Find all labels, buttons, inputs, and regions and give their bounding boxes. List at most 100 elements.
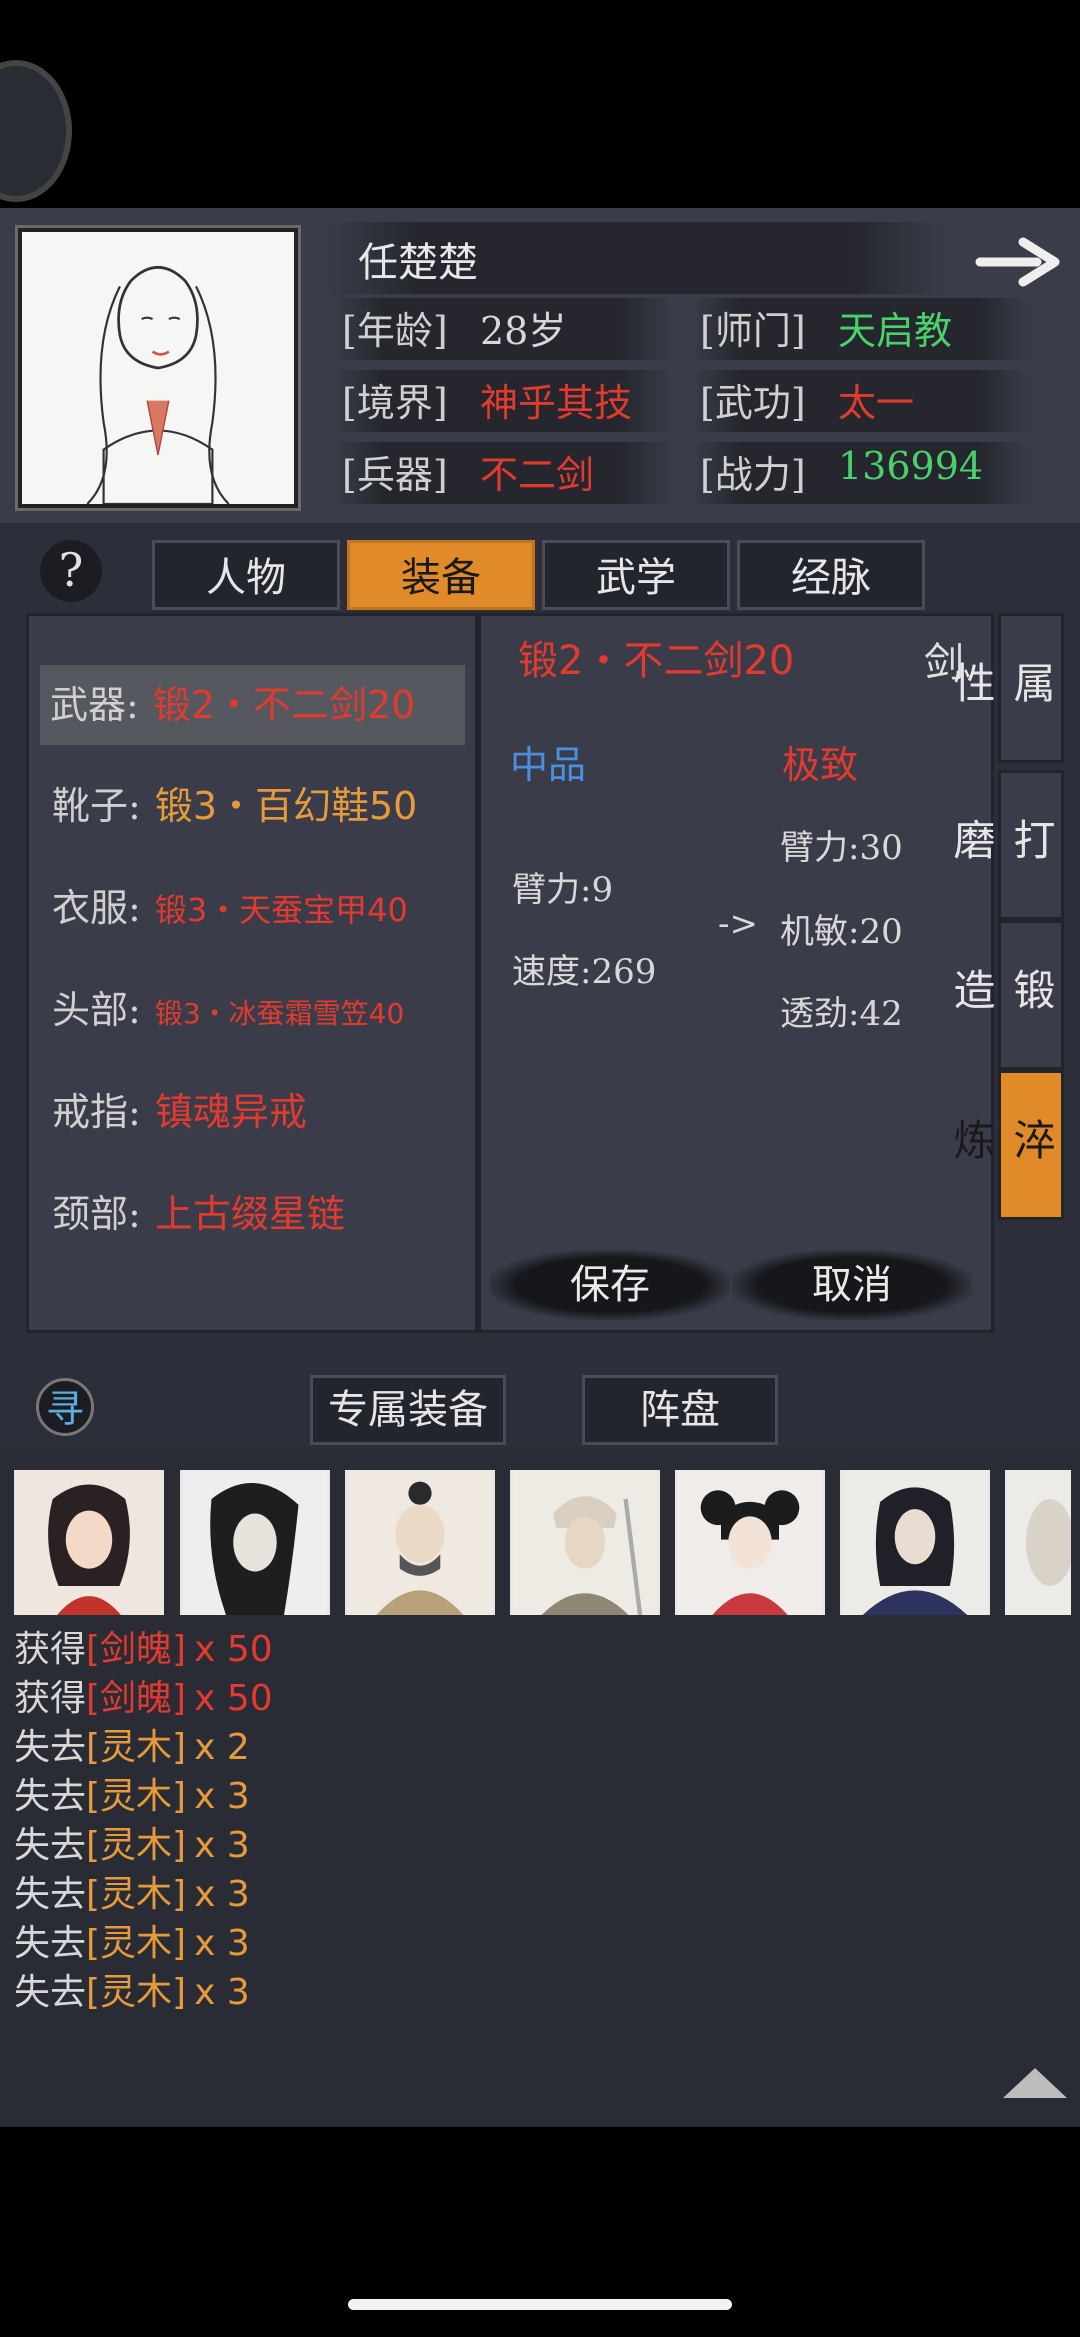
- hero-portrait-icon: [347, 1470, 493, 1615]
- tab-1[interactable]: 装备: [347, 540, 535, 610]
- home-indicator[interactable]: [348, 2299, 732, 2310]
- info-label: [武功]: [700, 381, 806, 425]
- tab-2[interactable]: 武学: [542, 540, 730, 610]
- info-label: [战力]: [700, 453, 806, 497]
- tab-3[interactable]: 经脉: [737, 540, 925, 610]
- log-entry: 失去[灵木] x 2: [14, 1718, 250, 1770]
- log-entry: 失去[灵木] x 3: [14, 1865, 250, 1917]
- slot-label: 颈部:: [52, 1192, 141, 1236]
- log-entry: 失去[灵木] x 3: [14, 1963, 250, 2015]
- log-item: [灵木]: [86, 1727, 187, 1768]
- hero-portrait-icon: [16, 1470, 162, 1615]
- log-verb: 失去: [14, 1825, 87, 1866]
- info-value: 太一: [838, 381, 915, 425]
- log-count: x 3: [194, 1776, 250, 1817]
- cancel-button[interactable]: 取消: [732, 1250, 972, 1320]
- equipment-slot[interactable]: 靴子: 锻3・百幻鞋50: [42, 766, 462, 846]
- log-item: [灵木]: [86, 1874, 187, 1915]
- hero-portrait-icon: [182, 1470, 328, 1615]
- side-tab-3[interactable]: 淬炼: [947, 1070, 1064, 1220]
- log-item: [灵木]: [86, 1776, 187, 1817]
- log-count: x 3: [194, 1923, 250, 1964]
- log-verb: 失去: [14, 1727, 87, 1768]
- right-stat: 臂力:30: [780, 828, 903, 868]
- hero-avatar[interactable]: [14, 1470, 164, 1615]
- slot-label: 靴子:: [52, 784, 141, 828]
- log-verb: 失去: [14, 1972, 87, 2013]
- save-button[interactable]: 保存: [490, 1250, 730, 1320]
- portrait-sketch-icon: [22, 232, 294, 506]
- scroll-to-top-icon[interactable]: [1003, 2068, 1067, 2098]
- log-entry: 失去[灵木] x 3: [14, 1816, 250, 1868]
- log-verb: 失去: [14, 1923, 87, 1964]
- log-count: x 3: [194, 1825, 250, 1866]
- exclusive-equipment-tab[interactable]: 专属装备: [310, 1375, 506, 1445]
- log-entry: 获得[剑魄] x 50: [14, 1620, 273, 1672]
- slot-item: 镇魂异戒: [154, 1090, 307, 1134]
- info-value: 神乎其技: [480, 381, 633, 425]
- slot-item: 锻3・冰蚕霜雪笠40: [154, 997, 405, 1030]
- bottom-tabs-row: [0, 1335, 1080, 1450]
- log-entry: 获得[剑魄] x 50: [14, 1669, 273, 1721]
- slot-item: 上古缀星链: [154, 1192, 345, 1236]
- info-label: [境界]: [342, 381, 448, 425]
- hero-avatar[interactable]: [345, 1470, 495, 1615]
- side-tab-1[interactable]: 打磨: [947, 770, 1064, 920]
- info-value: 天启教: [838, 309, 953, 353]
- log-item: [灵木]: [86, 1923, 187, 1964]
- slot-item: 锻3・百幻鞋50: [154, 784, 418, 828]
- log-verb: 失去: [14, 1874, 87, 1915]
- formation-tab[interactable]: 阵盘: [582, 1375, 778, 1445]
- log-entry: 失去[灵木] x 3: [14, 1914, 250, 1966]
- left-stat: 速度:269: [512, 952, 657, 992]
- hero-avatar[interactable]: [1005, 1470, 1071, 1615]
- detail-item-name: 锻2・不二剑20: [518, 638, 795, 684]
- hero-avatar[interactable]: [180, 1470, 330, 1615]
- log-count: x 3: [194, 1972, 250, 2013]
- slot-label: 戒指:: [52, 1090, 141, 1134]
- right-stat: 机敏:20: [780, 912, 903, 952]
- log-count: x 50: [194, 1678, 273, 1719]
- right-stat: 透劲:42: [780, 994, 903, 1034]
- tab-0[interactable]: 人物: [152, 540, 340, 610]
- equipment-slot[interactable]: 头部: 锻3・冰蚕霜雪笠40: [42, 970, 462, 1050]
- info-value: 28岁: [480, 309, 567, 353]
- right-grade: 极致: [782, 743, 859, 787]
- search-icon[interactable]: 寻: [36, 1378, 94, 1436]
- info-value: 136994: [838, 444, 984, 488]
- slot-label: 头部:: [52, 988, 141, 1032]
- log-item: [剑魄]: [86, 1629, 187, 1670]
- hero-portrait-icon: [677, 1470, 823, 1615]
- log-count: x 3: [194, 1874, 250, 1915]
- next-arrow-icon[interactable]: [975, 232, 1065, 292]
- compare-arrow: ->: [718, 904, 758, 944]
- log-item: [剑魄]: [86, 1678, 187, 1719]
- slot-label: 武器:: [50, 683, 139, 727]
- slot-item: 锻3・天蚕宝甲40: [154, 891, 408, 929]
- hero-avatar[interactable]: [840, 1470, 990, 1615]
- equipment-slot[interactable]: 颈部: 上古缀星链: [42, 1174, 462, 1254]
- log-count: x 2: [194, 1727, 250, 1768]
- info-label: [兵器]: [342, 453, 448, 497]
- character-name: 任楚楚: [358, 240, 478, 286]
- hero-portrait-icon: [512, 1470, 658, 1615]
- hero-avatar[interactable]: [675, 1470, 825, 1615]
- info-value: 不二剑: [480, 453, 595, 497]
- log-verb: 失去: [14, 1776, 87, 1817]
- corner-badge[interactable]: [0, 60, 72, 202]
- log-item: [灵木]: [86, 1825, 187, 1866]
- hero-portrait-icon: [1005, 1470, 1071, 1615]
- equipment-slot[interactable]: 衣服: 锻3・天蚕宝甲40: [42, 868, 462, 948]
- slot-item: 锻2・不二剑20: [152, 683, 416, 727]
- equipment-slot[interactable]: 戒指: 镇魂异戒: [42, 1072, 462, 1152]
- log-entry: 失去[灵木] x 3: [14, 1767, 250, 1819]
- log-verb: 获得: [14, 1629, 87, 1670]
- info-label: [年龄]: [342, 309, 448, 353]
- side-tab-2[interactable]: 锻造: [947, 920, 1064, 1070]
- side-tab-0[interactable]: 属性: [947, 613, 1064, 763]
- log-verb: 获得: [14, 1678, 87, 1719]
- hero-avatar[interactable]: [510, 1470, 660, 1615]
- info-label: [师门]: [700, 309, 806, 353]
- help-button[interactable]: ?: [40, 540, 102, 602]
- equipment-slot[interactable]: 武器: 锻2・不二剑20: [40, 665, 465, 745]
